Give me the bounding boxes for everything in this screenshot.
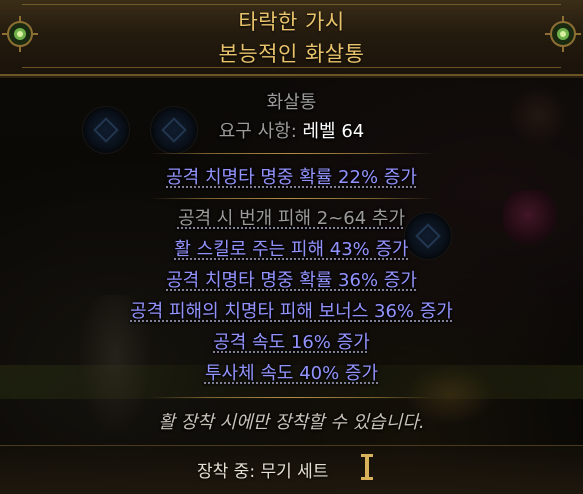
explicit-mod-text: 공격 속도 16% 증가 — [213, 332, 370, 353]
explicit-mod: 공격 시 번개 피해 2~64 추가 — [0, 208, 583, 230]
requirements-line: 요구 사항: 레벨 64 — [0, 121, 583, 143]
equip-restriction: 활 장착 시에만 장착할 수 있습니다. — [158, 412, 425, 433]
game-screen: 타락한 가시 본능적인 화살통 화살통 요구 사항: 레벨 64 공격 치명타 … — [0, 0, 583, 494]
equip-status-label: 장착 중: 무기 세트 — [197, 462, 329, 482]
explicit-mod: 투사체 속도 40% 증가 — [0, 363, 583, 385]
implicit-mod-text: 공격 치명타 명중 확률 22% 증가 — [166, 167, 417, 188]
explicit-mod: 공격 치명타 명중 확률 36% 증가 — [0, 270, 583, 292]
section-divider — [150, 397, 433, 398]
explicit-mod: 활 스킬로 주는 피해 43% 증가 — [0, 239, 583, 261]
item-base-type: 본능적인 화살통 — [218, 42, 365, 66]
section-divider — [150, 198, 433, 199]
tooltip-header: 타락한 가시 본능적인 화살통 — [0, 0, 583, 76]
weapon-set-one-icon — [361, 454, 373, 480]
explicit-mod-text: 투사체 속도 40% 증가 — [204, 363, 379, 384]
section-divider — [150, 153, 433, 154]
item-tooltip: 타락한 가시 본능적인 화살통 화살통 요구 사항: 레벨 64 공격 치명타 … — [0, 0, 583, 494]
explicit-mod-text: 공격 치명타 명중 확률 36% 증가 — [166, 270, 417, 291]
explicit-mod-text: 활 스킬로 주는 피해 43% 증가 — [174, 239, 409, 260]
item-class: 화살통 — [266, 92, 317, 113]
explicit-mod: 공격 피해의 치명타 피해 보너스 36% 증가 — [0, 301, 583, 323]
explicit-mod: 공격 속도 16% 증가 — [0, 332, 583, 354]
requirement-value: 레벨 64 — [302, 121, 365, 142]
explicit-mod-text: 공격 시 번개 피해 2~64 추가 — [177, 208, 406, 229]
item-name: 타락한 가시 — [238, 10, 345, 34]
requirement-label: 요구 사항: — [218, 121, 297, 142]
implicit-mod: 공격 치명타 명중 확률 22% 증가 — [0, 167, 583, 189]
explicit-mod-text: 공격 피해의 치명타 피해 보너스 36% 증가 — [130, 301, 453, 322]
